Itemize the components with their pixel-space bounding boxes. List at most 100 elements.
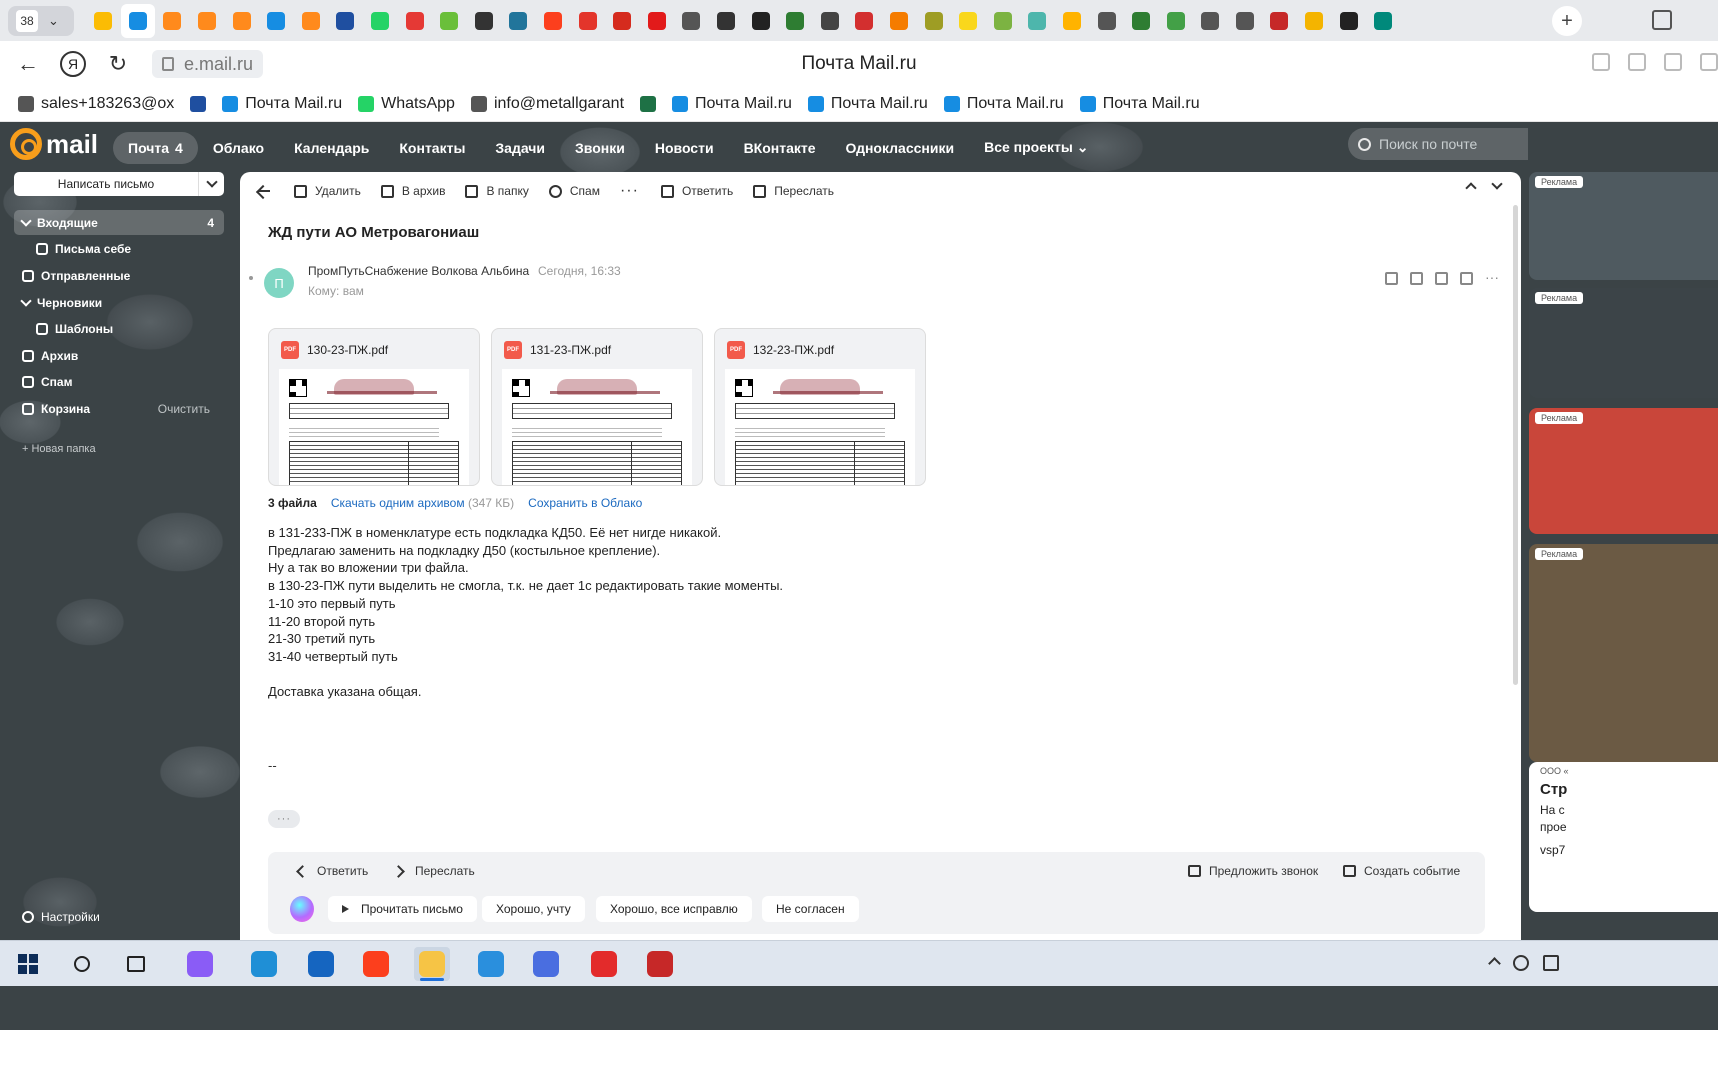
sidebar-folder[interactable]: Спам xyxy=(14,369,224,394)
taskbar-item[interactable] xyxy=(246,947,282,981)
suggest-call-button[interactable]: Предложить звонок xyxy=(1188,864,1318,878)
quick-reply-chip[interactable]: Хорошо, учту xyxy=(482,896,585,922)
bookmark-item[interactable]: Почта Mail.ru xyxy=(1079,95,1200,113)
browser-tab[interactable] xyxy=(259,4,294,38)
mail-logo[interactable]: mail xyxy=(10,128,98,160)
quick-reply-chip[interactable]: Не согласен xyxy=(762,896,859,922)
voice-assistant-icon[interactable] xyxy=(290,896,314,922)
nav-link[interactable]: Календарь xyxy=(279,132,384,164)
browser-tab[interactable] xyxy=(1297,4,1332,38)
unread-dot[interactable] xyxy=(249,276,253,280)
taskbar-item[interactable] xyxy=(586,947,622,981)
settings-button[interactable]: Настройки xyxy=(14,904,224,929)
yandex-home-icon[interactable]: Я xyxy=(60,51,86,77)
chevron-up-icon[interactable] xyxy=(1488,957,1501,970)
taskbar-item[interactable] xyxy=(303,947,339,981)
tab-counter-button[interactable]: 38 ⌄ xyxy=(8,5,74,36)
new-folder-button[interactable]: + Новая папка xyxy=(14,436,224,461)
sidebar-folder[interactable]: Шаблоны xyxy=(14,316,224,341)
video-call-icon[interactable] xyxy=(1410,272,1423,285)
taskbar-item[interactable] xyxy=(64,947,100,981)
browser-tab[interactable] xyxy=(1020,4,1055,38)
nav-link[interactable]: Контакты xyxy=(384,132,480,164)
nav-link[interactable]: Все проекты ⌄ xyxy=(969,131,1103,164)
browser-tab[interactable] xyxy=(778,4,813,38)
browser-tab[interactable] xyxy=(467,4,502,38)
delete-button[interactable]: Удалить xyxy=(294,184,361,198)
bookmark-item[interactable]: WhatsApp xyxy=(358,95,455,113)
sidebar-folder[interactable]: Черновики xyxy=(14,290,224,315)
browser-tab[interactable] xyxy=(1193,4,1228,38)
back-arrow-icon[interactable] xyxy=(256,184,270,198)
spam-button[interactable]: Спам xyxy=(548,184,600,198)
nav-link[interactable]: Звонки xyxy=(560,132,640,164)
sidebar-folder[interactable]: Отправленные xyxy=(14,263,224,288)
chevron-down-icon[interactable] xyxy=(1491,178,1503,190)
back-arrow-icon[interactable]: ← xyxy=(8,44,48,84)
reply-button[interactable]: Ответить xyxy=(660,184,733,198)
show-quoted-button[interactable]: ··· xyxy=(268,810,300,828)
browser-tab[interactable] xyxy=(190,4,225,38)
browser-tab[interactable] xyxy=(951,4,986,38)
bookmark-icon[interactable] xyxy=(1664,53,1682,71)
sidebar-folder[interactable]: Корзина Очистить xyxy=(14,396,224,421)
taskbar-item[interactable] xyxy=(118,947,154,981)
browser-tab[interactable] xyxy=(674,4,709,38)
message-scrollbar[interactable] xyxy=(1513,205,1518,685)
browser-tab[interactable] xyxy=(120,3,156,38)
nav-link[interactable]: Задачи xyxy=(480,132,560,164)
create-event-button[interactable]: Создать событие xyxy=(1343,864,1460,878)
save-to-cloud-link[interactable]: Сохранить в Облако xyxy=(528,496,642,510)
browser-tab[interactable] xyxy=(536,4,571,38)
reply-button-bottom[interactable]: Ответить xyxy=(296,864,368,878)
browser-tab[interactable] xyxy=(1055,4,1090,38)
sidebar-folder[interactable]: Письма себе xyxy=(14,236,224,261)
taskbar-item[interactable] xyxy=(10,947,46,981)
bookmark-item[interactable] xyxy=(640,96,657,112)
attachment-card[interactable]: PDF 131-23-ПЖ.pdf xyxy=(491,328,703,486)
nav-link[interactable]: ВКонтакте xyxy=(729,132,831,164)
browser-tab[interactable] xyxy=(1262,4,1297,38)
browser-tab[interactable] xyxy=(1331,4,1366,38)
calendar-icon[interactable] xyxy=(1435,272,1448,285)
browser-tab[interactable] xyxy=(432,4,467,38)
bookmark-item[interactable]: sales+183263@ox xyxy=(18,95,174,113)
browser-tab[interactable] xyxy=(709,4,744,38)
browser-tab[interactable] xyxy=(294,4,329,38)
browser-tab[interactable] xyxy=(605,4,640,38)
network-icon[interactable] xyxy=(1513,955,1529,971)
nav-link[interactable]: Новости xyxy=(640,132,729,164)
url-field[interactable]: e.mail.ru xyxy=(152,50,264,78)
browser-tab[interactable] xyxy=(501,4,536,38)
chevron-up-icon[interactable] xyxy=(1465,182,1477,194)
read-aloud-button[interactable]: Прочитать письмо xyxy=(328,896,477,922)
taskbar-item[interactable] xyxy=(642,947,678,981)
share-icon[interactable] xyxy=(1592,53,1610,71)
browser-tab[interactable] xyxy=(985,4,1020,38)
bookmark-item[interactable]: Почта Mail.ru xyxy=(222,95,342,113)
avatar[interactable]: П xyxy=(264,268,294,298)
ad-banner[interactable]: Реклама xyxy=(1529,408,1718,534)
browser-tab[interactable] xyxy=(86,4,121,38)
forward-button[interactable]: Переслать xyxy=(753,184,834,198)
download-archive-link[interactable]: Скачать одним архивом (347 КБ) xyxy=(331,496,514,510)
forward-button-bottom[interactable]: Переслать xyxy=(394,864,475,878)
volume-icon[interactable] xyxy=(1543,955,1559,971)
bookmark-item[interactable]: Почта Mail.ru xyxy=(807,95,928,113)
ad-banner[interactable]: Реклама xyxy=(1529,172,1718,280)
browser-tab[interactable] xyxy=(916,4,951,38)
bookmark-item[interactable]: info@metallgarant xyxy=(470,95,624,113)
nav-link[interactable]: Облако xyxy=(198,132,279,164)
bookmark-icon[interactable] xyxy=(1385,272,1398,285)
move-to-folder-button[interactable]: В папку xyxy=(465,184,529,198)
bookmark-item[interactable]: Почта Mail.ru xyxy=(943,95,1064,113)
browser-tab[interactable] xyxy=(570,4,605,38)
ad-title[interactable]: Стр xyxy=(1540,781,1567,798)
taskbar-item[interactable] xyxy=(182,947,218,981)
archive-button[interactable]: В архив xyxy=(380,184,445,198)
browser-tab[interactable] xyxy=(1366,4,1401,38)
compose-button[interactable]: Написать письмо xyxy=(14,172,224,196)
browser-tab[interactable] xyxy=(155,4,190,38)
chevron-down-icon[interactable] xyxy=(20,294,32,307)
sidebar-folder[interactable]: Входящие 4 xyxy=(14,210,224,235)
